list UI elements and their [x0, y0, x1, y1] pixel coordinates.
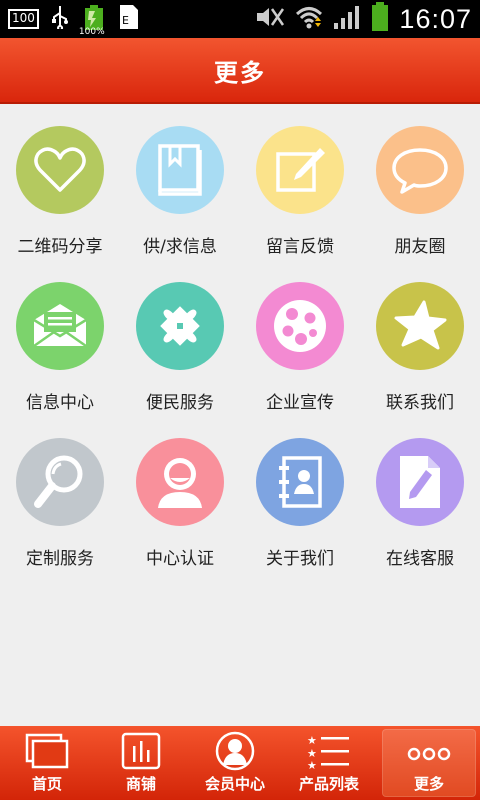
- menu-item-label: 定制服务: [26, 549, 94, 569]
- notification-badge: 100: [8, 9, 39, 29]
- heart-icon: [16, 126, 104, 214]
- contacts-book-icon: [256, 438, 344, 526]
- battery-percent-label: 100%: [78, 27, 105, 37]
- menu-item-label: 联系我们: [386, 393, 454, 413]
- magnifier-icon: [16, 438, 104, 526]
- menu-item-about-us[interactable]: 关于我们: [240, 416, 360, 572]
- menu-item-label: 在线客服: [386, 549, 454, 569]
- menu-item-certification[interactable]: 中心认证: [120, 416, 240, 572]
- menu-item-label: 留言反馈: [266, 237, 334, 257]
- speech-bubble-icon: [376, 126, 464, 214]
- menu-item-supply-demand[interactable]: 供/求信息: [120, 104, 240, 260]
- puzzle-icon: [136, 282, 224, 370]
- menu-item-qr-share[interactable]: 二维码分享: [0, 104, 120, 260]
- bottom-navigation: 首页 商铺 会员中心 ★ ★ ★ 产品列表 更多: [0, 726, 480, 800]
- menu-item-label: 便民服务: [146, 393, 214, 413]
- menu-item-friends[interactable]: 朋友圈: [360, 104, 480, 260]
- nav-member-center[interactable]: 会员中心: [188, 726, 282, 800]
- svg-text:★: ★: [307, 734, 317, 747]
- status-bar: 100 100% E 16:07: [0, 0, 480, 38]
- more-menu-grid: 二维码分享 供/求信息 留言反馈 朋友圈 信息中心 便民服务 企业宣传 联系我们…: [0, 104, 480, 572]
- nav-home[interactable]: 首页: [0, 726, 94, 800]
- sim-card-icon: E: [119, 4, 139, 34]
- menu-item-label: 中心认证: [146, 549, 214, 569]
- user-icon: [136, 438, 224, 526]
- svg-text:E: E: [122, 14, 129, 27]
- nav-product-list[interactable]: ★ ★ ★ 产品列表: [282, 726, 376, 800]
- nav-more[interactable]: 更多: [382, 729, 476, 797]
- title-bar: 更多: [0, 38, 480, 104]
- signal-icon: [333, 5, 361, 33]
- more-icon: [405, 734, 453, 774]
- menu-item-feedback[interactable]: 留言反馈: [240, 104, 360, 260]
- menu-item-convenience-service[interactable]: 便民服务: [120, 260, 240, 416]
- nav-label: 更多: [413, 775, 444, 793]
- page-title: 更多: [214, 58, 266, 87]
- envelope-icon: [16, 282, 104, 370]
- menu-item-label: 朋友圈: [394, 237, 446, 257]
- menu-item-online-support[interactable]: 在线客服: [360, 416, 480, 572]
- document-edit-icon: [376, 438, 464, 526]
- book-icon: [136, 126, 224, 214]
- menu-item-message-center[interactable]: 信息中心: [0, 260, 120, 416]
- nav-shop[interactable]: 商铺: [94, 726, 188, 800]
- wifi-icon: [295, 5, 323, 33]
- note-edit-icon: [256, 126, 344, 214]
- mute-icon: [255, 5, 285, 33]
- usb-icon: [51, 5, 69, 33]
- menu-item-label: 二维码分享: [17, 237, 103, 257]
- battery-full-icon: 100%: [79, 5, 107, 37]
- nav-label: 会员中心: [204, 775, 265, 793]
- battery-icon: [371, 2, 389, 36]
- shop-icon: [117, 731, 165, 771]
- menu-item-label: 企业宣传: [266, 393, 334, 413]
- menu-item-label: 信息中心: [26, 393, 94, 413]
- menu-item-label: 供/求信息: [143, 237, 217, 257]
- menu-item-contact-us[interactable]: 联系我们: [360, 260, 480, 416]
- member-icon: [211, 731, 259, 771]
- nav-label: 商铺: [125, 775, 156, 793]
- list-icon: ★ ★ ★: [305, 731, 353, 771]
- clock: 16:07: [399, 3, 472, 34]
- star-icon: [376, 282, 464, 370]
- menu-item-label: 关于我们: [266, 549, 334, 569]
- nav-label: 首页: [31, 775, 62, 793]
- nav-label: 产品列表: [298, 775, 359, 793]
- menu-item-promotion[interactable]: 企业宣传: [240, 260, 360, 416]
- film-reel-icon: [256, 282, 344, 370]
- menu-item-custom-service[interactable]: 定制服务: [0, 416, 120, 572]
- svg-text:★: ★: [307, 759, 317, 770]
- home-icon: [23, 731, 71, 771]
